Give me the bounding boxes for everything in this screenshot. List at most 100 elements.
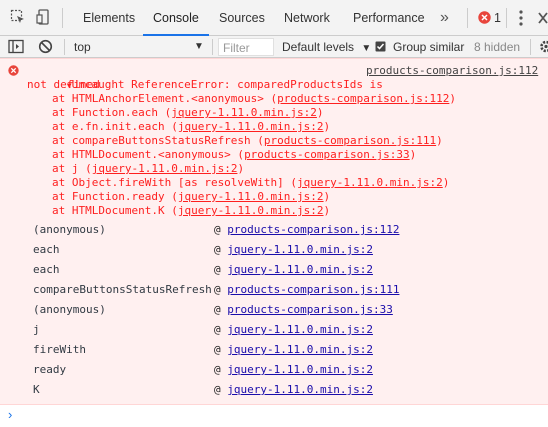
error-message: Uncaught ReferenceError: comparedProduct… <box>71 78 383 91</box>
call-frame-function: (anonymous) <box>33 223 106 236</box>
tab-performance[interactable]: Performance <box>353 0 425 36</box>
stack-trace-line: at Function.each (jquery-1.11.0.min.js:2… <box>52 106 324 120</box>
at-symbol: @ <box>214 223 221 236</box>
stack-trace-link[interactable]: products-comparison.js:111 <box>264 134 436 147</box>
tab-console[interactable]: Console <box>143 0 209 36</box>
call-frame-link[interactable]: products-comparison.js:33 <box>227 303 393 316</box>
call-frame-location: @ products-comparison.js:33 <box>214 303 393 317</box>
call-frame-function: compareButtonsStatusRefresh <box>33 283 212 296</box>
hidden-count: 8 hidden <box>474 40 521 54</box>
error-message-continued: not defined <box>27 78 100 91</box>
close-icon[interactable] <box>537 10 548 29</box>
console-prompt-icon[interactable]: › <box>8 407 12 422</box>
call-frame-link[interactable]: jquery-1.11.0.min.js:2 <box>227 323 373 336</box>
stack-trace-text: ) <box>237 162 245 175</box>
call-frame-link[interactable]: jquery-1.11.0.min.js:2 <box>227 383 373 396</box>
error-count[interactable]: 1 <box>494 0 501 36</box>
call-frame-row: (anonymous) @ products-comparison.js:112 <box>0 223 548 243</box>
tabbar-divider <box>506 8 507 28</box>
stack-trace-text: ) <box>323 120 331 133</box>
error-message-block: ▼Uncaught ReferenceError: comparedProduc… <box>0 58 548 405</box>
stack-trace-text: at compareButtonsStatusRefresh ( <box>52 134 264 147</box>
stack-trace-link[interactable]: jquery-1.11.0.min.js:2 <box>171 106 317 119</box>
stack-trace-text: at HTMLDocument.<anonymous> ( <box>52 148 245 161</box>
sidebar-toggle-icon[interactable] <box>8 39 24 57</box>
group-similar-checkbox[interactable] <box>375 41 386 55</box>
chevron-down-icon: ▼ <box>194 41 204 52</box>
stack-trace-text: at j ( <box>52 162 92 175</box>
stack-trace-text: at Function.ready ( <box>52 190 178 203</box>
inspect-element-icon[interactable] <box>10 9 26 28</box>
error-count-icon[interactable] <box>478 11 491 27</box>
call-frame-location: @ jquery-1.11.0.min.js:2 <box>214 343 373 357</box>
tab-sources[interactable]: Sources <box>219 0 265 36</box>
call-frame-location: @ jquery-1.11.0.min.js:2 <box>214 243 373 257</box>
call-frame-row: ready @ jquery-1.11.0.min.js:2 <box>0 363 548 383</box>
call-frame-function: K <box>33 383 40 396</box>
call-frame-function: ready <box>33 363 67 376</box>
more-tabs-button[interactable]: » <box>440 0 449 36</box>
tab-elements[interactable]: Elements <box>83 0 135 36</box>
kebab-menu-icon[interactable] <box>518 10 524 29</box>
filter-input[interactable]: Filter <box>218 38 274 56</box>
stack-trace-text: at Object.fireWith [as resolveWith] ( <box>52 176 298 189</box>
call-frame-link[interactable]: jquery-1.11.0.min.js:2 <box>227 343 373 356</box>
stack-trace-link[interactable]: jquery-1.11.0.min.js:2 <box>92 162 238 175</box>
stack-trace-line: at Function.ready (jquery-1.11.0.min.js:… <box>52 190 330 204</box>
call-frame-row: K @ jquery-1.11.0.min.js:2 <box>0 383 548 403</box>
call-frame-link[interactable]: jquery-1.11.0.min.js:2 <box>227 263 373 276</box>
log-levels-select[interactable]: Default levels ▼ <box>282 36 371 58</box>
stack-trace-text: ) <box>449 92 456 105</box>
toolbar-divider <box>64 39 65 55</box>
tab-network[interactable]: Network <box>284 0 330 36</box>
stack-trace-line: at e.fn.init.each (jquery-1.11.0.min.js:… <box>52 120 330 134</box>
stack-trace-text: ) <box>442 176 450 189</box>
call-frame-link[interactable]: products-comparison.js:111 <box>227 283 399 296</box>
call-frame-location: @ jquery-1.11.0.min.js:2 <box>214 263 373 277</box>
stack-trace-link[interactable]: products-comparison.js:33 <box>244 148 410 161</box>
call-frame-location: @ jquery-1.11.0.min.js:2 <box>214 363 373 377</box>
at-symbol: @ <box>214 243 221 256</box>
call-frame-link[interactable]: jquery-1.11.0.min.js:2 <box>227 243 373 256</box>
stack-trace-text: at e.fn.init.each ( <box>52 120 178 133</box>
at-symbol: @ <box>214 263 221 276</box>
stack-trace-link[interactable]: jquery-1.11.0.min.js:2 <box>178 204 324 217</box>
stack-trace-text: at HTMLDocument.K ( <box>52 204 178 217</box>
call-frame-row: each @ jquery-1.11.0.min.js:2 <box>0 263 548 283</box>
error-icon <box>8 65 19 79</box>
call-frame-link[interactable]: products-comparison.js:112 <box>227 223 399 236</box>
stack-trace-link[interactable]: jquery-1.11.0.min.js:2 <box>297 176 443 189</box>
stack-trace-text: at HTMLAnchorElement.<anonymous> ( <box>52 92 278 105</box>
stack-trace-link[interactable]: jquery-1.11.0.min.js:2 <box>178 120 324 133</box>
at-symbol: @ <box>214 283 221 296</box>
filter-placeholder: Filter <box>223 41 250 55</box>
at-symbol: @ <box>214 303 221 316</box>
clear-console-icon[interactable] <box>38 39 53 57</box>
error-source-link[interactable]: products-comparison.js:112 <box>366 64 538 78</box>
device-toolbar-icon[interactable] <box>36 9 52 28</box>
stack-trace-line: at HTMLAnchorElement.<anonymous> (produc… <box>52 92 456 106</box>
call-frame-location: @ products-comparison.js:111 <box>214 283 399 297</box>
log-levels-label: Default levels <box>282 40 355 54</box>
stack-trace-link[interactable]: jquery-1.11.0.min.js:2 <box>178 190 324 203</box>
call-frame-function: each <box>33 263 60 276</box>
call-frame-function: j <box>33 323 40 336</box>
stack-trace-link[interactable]: products-comparison.js:112 <box>277 92 449 105</box>
call-frame-link[interactable]: jquery-1.11.0.min.js:2 <box>227 363 373 376</box>
chevron-down-icon: ▼ <box>361 43 372 54</box>
stack-trace-text: ) <box>436 134 443 147</box>
stack-trace-line: at Object.fireWith [as resolveWith] (jqu… <box>52 176 449 190</box>
call-frame-function: fireWith <box>33 343 86 356</box>
gear-icon[interactable] <box>539 39 548 57</box>
context-select[interactable]: top ▼ <box>74 36 210 58</box>
stack-trace-text: ) <box>323 190 331 203</box>
call-frame-row: fireWith @ jquery-1.11.0.min.js:2 <box>0 343 548 363</box>
console-toolbar: top ▼ Filter Default levels ▼ Group simi… <box>0 36 548 58</box>
stack-trace-line: at compareButtonsStatusRefresh (products… <box>52 134 443 148</box>
stack-trace-text: ) <box>316 106 324 119</box>
at-symbol: @ <box>214 363 221 376</box>
call-frame-function: (anonymous) <box>33 303 106 316</box>
tabbar-divider <box>62 8 63 28</box>
call-frame-location: @ products-comparison.js:112 <box>214 223 399 237</box>
group-similar-label: Group similar <box>393 40 465 54</box>
